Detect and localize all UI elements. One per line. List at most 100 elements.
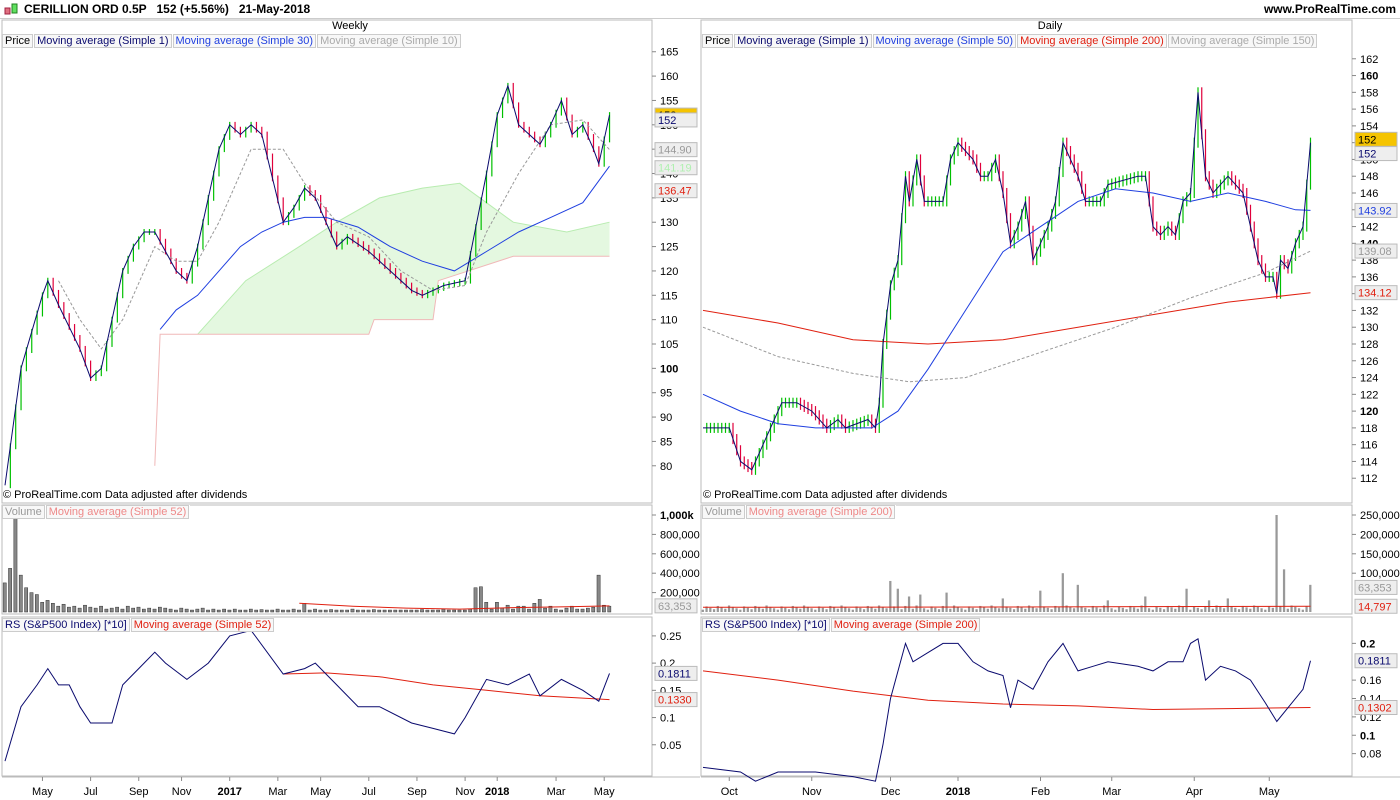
volume-bar — [184, 608, 189, 613]
volume-bar — [945, 592, 948, 612]
y-tick-label: 122 — [1360, 389, 1378, 401]
y-tick-label: 95 — [660, 388, 672, 400]
rs-tick-label: 0.08 — [1360, 749, 1381, 761]
volume-bar — [1095, 607, 1098, 612]
volume-bar — [862, 609, 866, 612]
chart-canvas[interactable]: 8085909510010511011512012513013514014515… — [0, 0, 1400, 800]
volume-bar — [1237, 609, 1241, 612]
volume-bar — [388, 609, 392, 613]
x-tick-label: Sep — [129, 786, 149, 798]
rs-line — [4, 629, 610, 762]
daily-panel-title: Daily — [1037, 20, 1063, 32]
legend-item[interactable]: Volume — [2, 505, 45, 519]
value-label: 63,353 — [658, 601, 692, 613]
volume-bar — [302, 603, 307, 613]
x-tick-label: Apr — [1186, 786, 1203, 798]
y-tick-label: 115 — [660, 290, 678, 302]
volume-bar — [795, 607, 798, 612]
legend-item[interactable]: Moving average (Simple 10) — [317, 34, 461, 48]
volume-bar — [821, 607, 824, 612]
volume-bar — [720, 607, 723, 612]
volume-bar — [40, 602, 45, 613]
volume-tick-label: 250,000 — [1360, 510, 1400, 522]
legend-item[interactable]: Moving average (Simple 200) — [745, 505, 896, 519]
y-tick-label: 125 — [660, 242, 678, 254]
legend-item[interactable]: Moving average (Simple 200) — [1017, 34, 1167, 48]
legend-item[interactable]: Price — [2, 34, 34, 48]
volume-bar — [1159, 607, 1162, 612]
volume-bar — [1219, 606, 1222, 612]
volume-bar — [952, 605, 956, 612]
legend-item[interactable]: RS (S&P500 Index) [*10] — [2, 618, 130, 632]
volume-bar — [446, 609, 451, 613]
y-tick-label: 124 — [1360, 373, 1378, 385]
y-tick-label: 165 — [660, 47, 678, 59]
legend-item[interactable]: Moving average (Simple 150) — [1167, 34, 1318, 48]
value-label: 134.12 — [1358, 288, 1392, 300]
volume-bar — [825, 609, 828, 612]
volume-bar — [1271, 607, 1274, 612]
legend-item[interactable]: Moving average (Simple 200) — [830, 618, 981, 632]
legend-item[interactable]: Volume — [702, 505, 745, 519]
volume-bar — [1192, 606, 1196, 612]
volume-bar — [366, 609, 371, 613]
volume-bar — [881, 606, 884, 612]
volume-bar — [265, 609, 269, 613]
legend-item[interactable]: Moving average (Simple 1) — [34, 34, 172, 48]
volume-bar — [361, 609, 366, 613]
volume-bar — [919, 594, 922, 612]
volume-bar — [99, 605, 103, 613]
x-tick-label: 2018 — [946, 786, 970, 798]
legend-item[interactable]: Moving average (Simple 52) — [130, 618, 275, 632]
volume-bar — [1061, 573, 1064, 612]
volume-bar — [591, 606, 596, 613]
legend-item[interactable]: Moving average (Simple 30) — [172, 34, 317, 48]
volume-bar — [1301, 609, 1304, 612]
volume-bar — [1144, 596, 1147, 612]
rs-tick-label: 0.16 — [1360, 675, 1381, 687]
volume-bar — [802, 605, 806, 612]
volume-bar — [152, 608, 157, 613]
volume-bar — [1249, 608, 1252, 612]
volume-bar — [997, 608, 1001, 612]
volume-bar — [291, 608, 296, 613]
volume-bar — [222, 608, 226, 613]
volume-bar — [772, 608, 776, 612]
legend-item[interactable]: Moving average (Simple 50) — [872, 34, 1017, 48]
volume-bar — [701, 609, 704, 612]
volume-bar — [500, 607, 505, 613]
volume-bar — [994, 606, 997, 612]
volume-bar — [120, 608, 125, 613]
legend-item[interactable]: Moving average (Simple 52) — [45, 505, 190, 519]
volume-bar — [404, 609, 408, 613]
volume-bar — [1174, 608, 1177, 612]
volume-bar — [297, 609, 301, 613]
volume-bar — [104, 608, 109, 613]
volume-bar — [810, 608, 813, 612]
x-tick-label: Nov — [172, 786, 192, 798]
volume-tick-label: 200,000 — [660, 588, 700, 600]
volume-bar — [746, 607, 749, 612]
legend-item[interactable]: Price — [702, 34, 734, 48]
value-label: 14,797 — [1358, 601, 1392, 613]
volume-bar — [382, 609, 387, 613]
volume-bar — [115, 606, 119, 613]
volume-bar — [1125, 609, 1128, 612]
volume-bar — [83, 604, 87, 613]
volume-bar — [8, 568, 12, 613]
value-label: 0.1330 — [658, 695, 692, 707]
vol-panel-frame — [1, 504, 653, 615]
volume-bar — [72, 605, 77, 613]
volume-tick-label: 600,000 — [660, 549, 700, 561]
volume-bar — [575, 608, 580, 613]
legend-item[interactable]: RS (S&P500 Index) [*10] — [702, 618, 830, 632]
x-tick-label: 2017 — [217, 786, 241, 798]
value-label: 0.1811 — [658, 668, 691, 680]
y-tick-label: 80 — [660, 461, 672, 473]
y-tick-label: 162 — [1360, 54, 1378, 66]
price-panel-frame — [700, 19, 1353, 504]
volume-bar — [1087, 609, 1091, 612]
volume-bar — [259, 609, 264, 613]
volume-bar — [1286, 608, 1289, 612]
legend-item[interactable]: Moving average (Simple 1) — [734, 34, 872, 48]
